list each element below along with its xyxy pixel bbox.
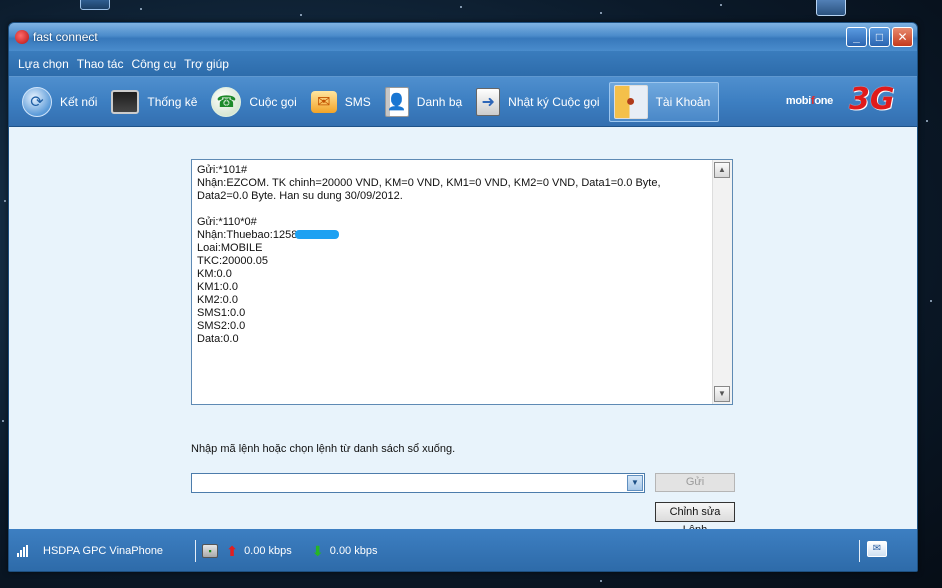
status-bar: HSDPA GPC VinaPhone ▪ ⬆ 0.00 kbps ⬇ 0.00… [9, 529, 917, 571]
toolbar-call-log[interactable]: ➜ Nhật ký Cuộc gọi [471, 82, 608, 122]
call-log-icon: ➜ [476, 87, 501, 116]
redacted-number [295, 230, 340, 239]
command-input[interactable] [192, 474, 622, 492]
app-logo-icon [15, 30, 29, 44]
3g-logo: 3G [849, 82, 895, 117]
send-button[interactable]: Gửi [655, 473, 735, 492]
network-status: HSDPA GPC VinaPhone [43, 545, 164, 557]
menu-actions[interactable]: Thao tác [76, 55, 125, 73]
toolbar-connect-label: Kết nối [60, 94, 98, 109]
response-line: KM:0.0 [197, 268, 232, 280]
status-divider [195, 540, 197, 562]
close-button[interactable]: ✕ [892, 27, 913, 47]
main-toolbar: ⟳ Kết nối Thống kê ☎ Cuộc gọi ✉ SMS 👤 Da… [9, 77, 917, 127]
signal-icon [17, 545, 29, 557]
toolbar-call-log-label: Nhật ký Cuộc gọi [508, 94, 600, 109]
command-hint: Nhập mã lệnh hoặc chọn lệnh từ danh sách… [191, 443, 456, 455]
title-bar: fast connect _ □ ✕ [9, 23, 917, 51]
menu-bar: Lựa chọn Thao tác Công cụ Trợ giúp [9, 51, 917, 77]
minimize-button[interactable]: _ [846, 27, 867, 47]
menu-options[interactable]: Lựa chọn [17, 55, 70, 73]
response-line: KM2:0.0 [197, 294, 238, 306]
phone-icon: ☎ [211, 86, 242, 117]
connect-icon: ⟳ [22, 86, 52, 117]
window-title: fast connect [33, 30, 98, 44]
vertical-scrollbar[interactable]: ▲ ▼ [712, 160, 732, 404]
toolbar-calls-label: Cuộc gọi [249, 94, 297, 109]
maximize-button[interactable]: □ [869, 27, 890, 47]
response-sent-2: Gửi:*110*0# [197, 216, 257, 228]
toolbar-account-label: Tài Khoản [655, 94, 711, 109]
toolbar-statistics-label: Thống kê [147, 94, 198, 109]
download-arrow-icon: ⬇ [311, 542, 324, 559]
mobifone-logo: mobifone [785, 95, 833, 107]
response-line: SMS1:0.0 [197, 307, 246, 319]
toolbar-contacts[interactable]: 👤 Danh bạ [380, 82, 471, 122]
response-line: Loai:MOBILE [197, 242, 263, 254]
account-icon: ● [613, 84, 648, 119]
response-received-2: Nhận:Thuebao:1258 [197, 229, 710, 242]
response-line: TKC:20000.05 [197, 255, 268, 267]
account-panel: Gửi:*101# Nhận:EZCOM. TK chinh=20000 VND… [9, 127, 917, 536]
menu-tools[interactable]: Công cụ [130, 55, 177, 73]
response-received-1: Nhận:EZCOM. TK chinh=20000 VND, KM=0 VND… [197, 177, 661, 202]
scroll-down-icon[interactable]: ▼ [714, 386, 730, 402]
response-line: SMS2:0.0 [197, 320, 246, 332]
command-combobox[interactable]: ▼ [191, 473, 645, 493]
toolbar-account[interactable]: ● Tài Khoản [608, 81, 720, 122]
chevron-down-icon[interactable]: ▼ [627, 475, 643, 491]
edit-command-button[interactable]: Chỉnh sửa Lệnh [655, 502, 735, 536]
desktop-icon-network[interactable] [816, 0, 846, 16]
toolbar-connect[interactable]: ⟳ Kết nối [17, 82, 106, 122]
status-divider [859, 540, 860, 562]
sms-icon: ✉ [310, 90, 337, 113]
contacts-icon: 👤 [384, 86, 409, 117]
response-line: KM1:0.0 [197, 281, 238, 293]
toolbar-sms[interactable]: ✉ SMS [306, 82, 380, 122]
download-rate: 0.00 kbps [329, 545, 378, 557]
app-window: fast connect _ □ ✕ Lựa chọn Thao tác Côn… [8, 22, 918, 572]
statistics-icon [111, 89, 140, 114]
response-text-area[interactable]: Gửi:*101# Nhận:EZCOM. TK chinh=20000 VND… [191, 159, 733, 405]
toolbar-statistics[interactable]: Thống kê [106, 82, 206, 122]
toolbar-sms-label: SMS [344, 94, 371, 109]
response-block-1: Gửi:*101# Nhận:EZCOM. TK chinh=20000 VND… [197, 164, 710, 203]
upload-arrow-icon: ⬆ [226, 542, 238, 559]
desktop-icon[interactable] [80, 0, 110, 10]
toolbar-calls[interactable]: ☎ Cuộc gọi [206, 82, 305, 122]
upload-rate: 0.00 kbps [244, 545, 292, 557]
scroll-up-icon[interactable]: ▲ [714, 162, 730, 178]
toolbar-contacts-label: Danh bạ [416, 94, 463, 109]
response-line: Data:0.0 [197, 333, 239, 345]
menu-help[interactable]: Trợ giúp [183, 55, 230, 73]
response-sent-1: Gửi:*101# [197, 164, 248, 176]
response-block-2: Gửi:*110*0# Nhận:Thuebao:1258 Loai:MOBIL… [197, 216, 710, 346]
window-controls: _ □ ✕ [846, 27, 913, 47]
mail-icon[interactable]: ✉ [867, 541, 887, 557]
computer-icon: ▪ [202, 544, 219, 558]
